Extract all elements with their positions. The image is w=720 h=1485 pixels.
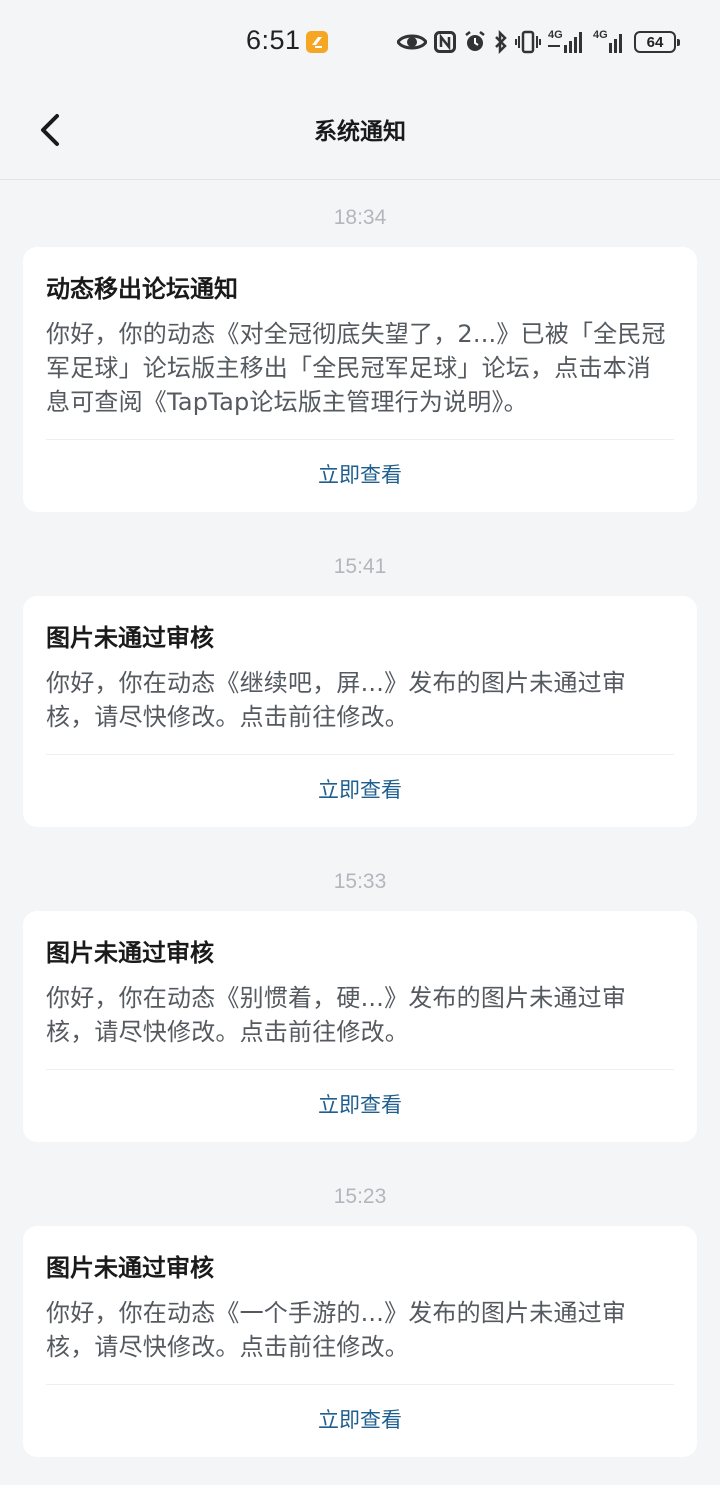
vibrate-icon [515, 30, 541, 54]
notification-group: 15:41 图片未通过审核 你好，你在动态《继续吧，屏...》发布的图片未通过审… [0, 530, 720, 845]
alarm-icon [465, 31, 485, 51]
nfc-icon [434, 31, 456, 53]
orange-app-notification-icon [306, 31, 328, 53]
notification-card[interactable]: 图片未通过审核 你好，你在动态《别惯着，硬...》发布的图片未通过审核，请尽快修… [23, 911, 697, 1142]
notification-list: 18:34 动态移出论坛通知 你好，你的动态《对全冠彻底失望了，2...》已被「… [0, 181, 720, 1457]
page-title: 系统通知 [314, 119, 406, 145]
notification-body: 你好，你在动态《别惯着，硬...》发布的图片未通过审核，请尽快修改。点击前往修改… [46, 981, 674, 1070]
notification-body: 你好，你在动态《继续吧，屏...》发布的图片未通过审核，请尽快修改。点击前往修改… [46, 666, 674, 755]
signal-4g-icon: 4G [593, 29, 627, 55]
notification-title: 图片未通过审核 [46, 624, 214, 652]
header: 系统通知 [0, 84, 720, 180]
notification-card[interactable]: 动态移出论坛通知 你好，你的动态《对全冠彻底失望了，2...》已被「全民冠军足球… [23, 247, 697, 512]
notification-card[interactable]: 图片未通过审核 你好，你在动态《一个手游的...》发布的图片未通过审核，请尽快修… [23, 1226, 697, 1457]
notification-group: 15:33 图片未通过审核 你好，你在动态《别惯着，硬...》发布的图片未通过审… [0, 845, 720, 1160]
notification-time: 15:23 [333, 1185, 387, 1208]
notification-title: 图片未通过审核 [46, 1254, 214, 1282]
view-now-button[interactable]: 立即查看 [46, 1070, 674, 1142]
view-now-button[interactable]: 立即查看 [46, 755, 674, 827]
notification-group: 15:23 图片未通过审核 你好，你在动态《一个手游的...》发布的图片未通过审… [0, 1160, 720, 1457]
view-now-button[interactable]: 立即查看 [46, 440, 674, 512]
signal-4g-icon: 4G [548, 29, 586, 55]
status-time: 6:51 [246, 25, 301, 55]
bluetooth-icon [495, 30, 507, 54]
view-now-button[interactable]: 立即查看 [46, 1385, 674, 1457]
notification-title: 图片未通过审核 [46, 939, 214, 967]
notification-time: 15:41 [333, 555, 387, 578]
notification-body: 你好，你的动态《对全冠彻底失望了，2...》已被「全民冠军足球」论坛版主移出「全… [46, 317, 674, 440]
notification-body: 你好，你在动态《一个手游的...》发布的图片未通过审核，请尽快修改。点击前往修改… [46, 1296, 674, 1385]
notification-time: 15:33 [333, 870, 387, 893]
notification-card[interactable]: 图片未通过审核 你好，你在动态《继续吧，屏...》发布的图片未通过审核，请尽快修… [23, 596, 697, 827]
notification-group: 18:34 动态移出论坛通知 你好，你的动态《对全冠彻底失望了，2...》已被「… [0, 181, 720, 530]
eye-icon [397, 34, 427, 50]
battery-indicator: 64 [634, 31, 680, 53]
status-icons: 4G 4G 64 [397, 28, 680, 56]
notification-title: 动态移出论坛通知 [46, 275, 238, 303]
status-bar: 6:51 4G 4G 64 [0, 0, 720, 84]
notification-time: 18:34 [333, 206, 387, 229]
